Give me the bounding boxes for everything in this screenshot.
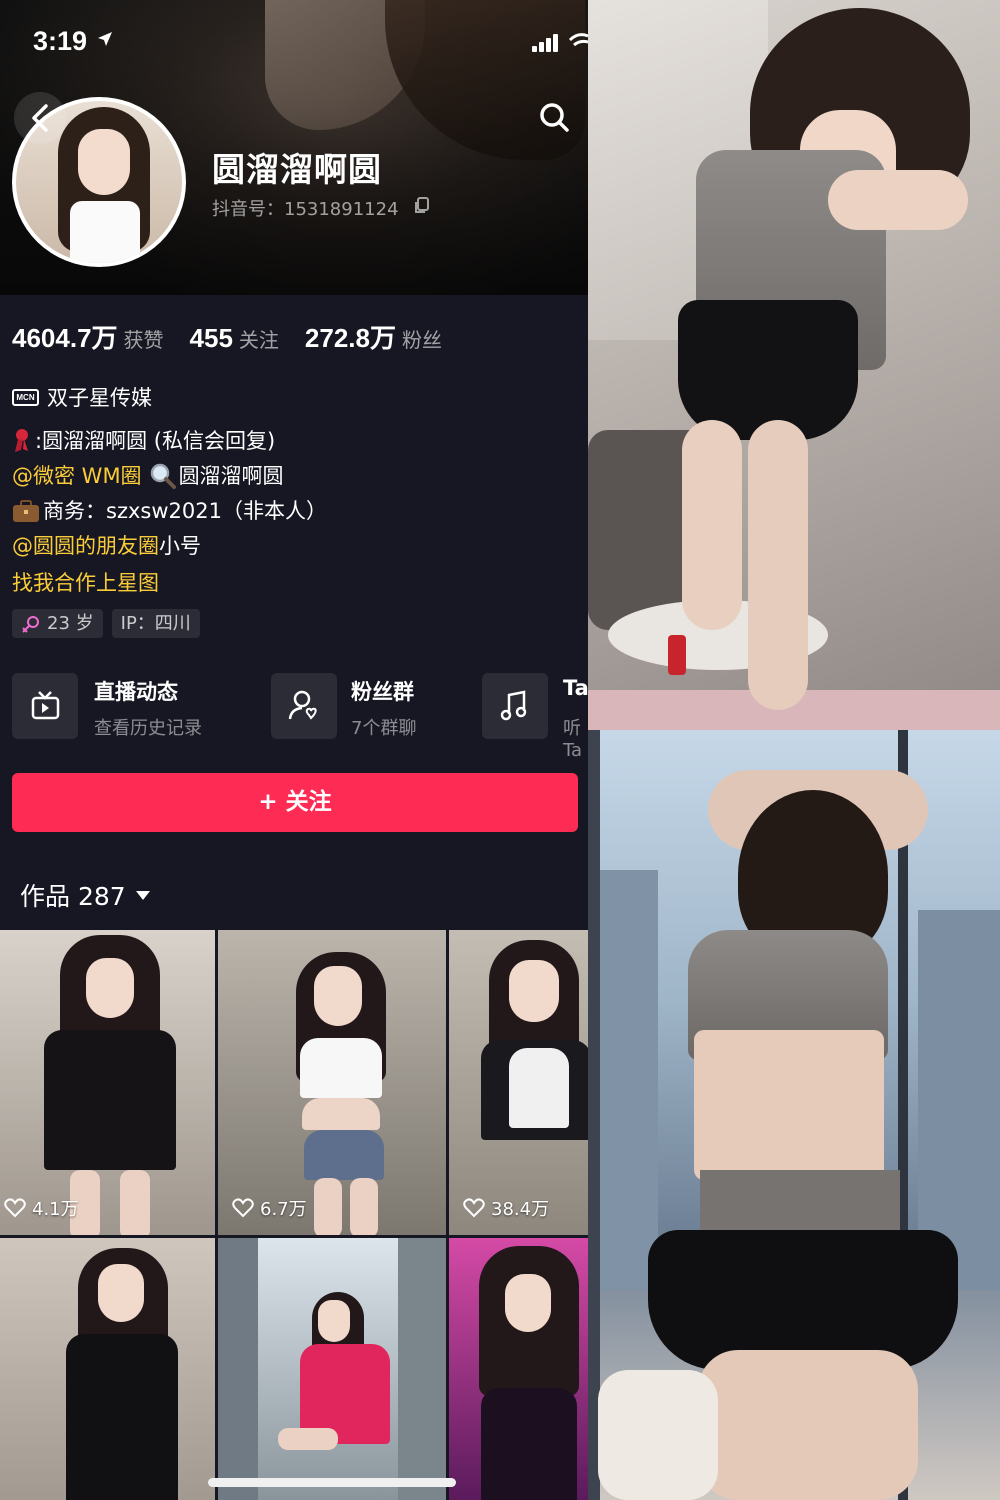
- bio-text-1: :圆溜溜啊圆 (私信会回复): [35, 429, 276, 453]
- video-tile[interactable]: 4.1万: [0, 930, 215, 1235]
- bio-line-3: 商务：szxsw2021（非本人）: [12, 496, 327, 526]
- bio-text-3: 商务：szxsw2021（非本人）: [43, 499, 327, 523]
- mention-friends[interactable]: @圆圆的朋友圈: [12, 531, 159, 561]
- location-arrow-icon: [98, 32, 112, 46]
- works-label: 作品 287: [20, 882, 126, 911]
- video-likes-count: 6.7万: [260, 1199, 307, 1220]
- age-tag: 23 岁: [12, 609, 103, 638]
- profile-stats: 4604.7万 获赞 455 关注 272.8万 粉丝: [12, 318, 468, 358]
- ip-text: IP：四川: [120, 613, 191, 634]
- status-bar: 3:19: [0, 0, 588, 84]
- female-icon: [22, 615, 39, 633]
- photo-bottom: [588, 730, 1000, 1500]
- works-tab[interactable]: 作品 287: [20, 877, 150, 913]
- video-tile[interactable]: [218, 1238, 446, 1500]
- briefcase-icon: [13, 500, 39, 522]
- following-label: 关注: [238, 328, 279, 352]
- video-tile[interactable]: [449, 1238, 588, 1500]
- video-tile[interactable]: [0, 1238, 215, 1500]
- photo-top: [588, 0, 1000, 730]
- fan-group-subtitle: 7个群聊: [351, 718, 417, 739]
- followers-count[interactable]: 272.8万: [305, 318, 396, 355]
- heart-outline-icon: [232, 1198, 254, 1218]
- douyin-id: 抖音号：1531891124: [212, 199, 399, 220]
- music-note-icon: [500, 690, 527, 721]
- ip-tag: IP：四川: [111, 609, 200, 638]
- bio-line-5[interactable]: 找我合作上星图: [12, 568, 159, 598]
- caret-down-icon: [135, 890, 150, 900]
- douyin-profile-screen: 3:19 圆溜溜啊圆 抖音号：1531891124 4604.7万 获赞 455…: [0, 0, 588, 1500]
- heart-outline-icon: [463, 1198, 485, 1218]
- music-tile[interactable]: [482, 673, 548, 739]
- video-tile[interactable]: 38.4万: [449, 930, 588, 1235]
- profile-nickname: 圆溜溜啊圆: [212, 150, 382, 189]
- bio-line-2: @微密 WM圈 圆溜溜啊圆: [12, 461, 284, 491]
- mcn-name: 双子星传媒: [47, 386, 152, 410]
- user-heart-icon: [288, 690, 317, 720]
- copy-icon[interactable]: [414, 197, 430, 215]
- video-likes-count: 4.1万: [32, 1199, 79, 1220]
- video-likes: 6.7万: [232, 1195, 307, 1221]
- music-title[interactable]: Ta: [563, 676, 588, 700]
- live-history-subtitle: 查看历史记录: [94, 718, 202, 739]
- wifi-icon: [568, 33, 588, 47]
- likes-count[interactable]: 4604.7万: [12, 318, 118, 355]
- chevron-left-icon: [32, 104, 48, 132]
- signal-icon: [532, 34, 562, 52]
- music-subtitle: 听Ta: [563, 718, 583, 761]
- mcn-row[interactable]: MCN 双子星传媒: [12, 382, 152, 412]
- mcn-badge: MCN: [12, 388, 39, 406]
- age-text: 23 岁: [47, 613, 94, 634]
- scarf-icon: [15, 429, 28, 452]
- followers-label: 粉丝: [402, 328, 442, 352]
- profile-tags: 23 岁 IP：四川: [12, 609, 209, 638]
- search-button[interactable]: [528, 92, 580, 144]
- live-history-tile[interactable]: [12, 673, 78, 739]
- video-likes: 4.1万: [4, 1195, 79, 1221]
- status-time: 3:19: [33, 26, 88, 56]
- bio-line-4: @圆圆的朋友圈 小号: [12, 531, 201, 561]
- search-icon: [540, 103, 569, 132]
- heart-outline-icon: [4, 1198, 26, 1218]
- live-history-title[interactable]: 直播动态: [94, 676, 178, 706]
- follow-button[interactable]: + 关注: [12, 773, 578, 832]
- video-likes: 38.4万: [463, 1195, 549, 1221]
- tv-play-icon: [31, 691, 60, 720]
- bio-text-2: 圆溜溜啊圆: [178, 464, 284, 488]
- home-indicator[interactable]: [208, 1478, 456, 1487]
- following-count[interactable]: 455: [190, 323, 233, 354]
- back-button[interactable]: [14, 92, 66, 144]
- video-likes-count: 38.4万: [491, 1199, 550, 1220]
- bio-text-4: 小号: [159, 534, 201, 558]
- likes-label: 获赞: [123, 328, 164, 352]
- fan-group-title[interactable]: 粉丝群: [351, 676, 414, 706]
- mention-wm[interactable]: @微密 WM圈: [12, 461, 142, 491]
- magnifier-emoji-icon: [150, 463, 176, 489]
- fan-group-tile[interactable]: [271, 673, 337, 739]
- bio-line-1: :圆溜溜啊圆 (私信会回复): [12, 426, 275, 456]
- video-tile[interactable]: 6.7万: [218, 930, 446, 1235]
